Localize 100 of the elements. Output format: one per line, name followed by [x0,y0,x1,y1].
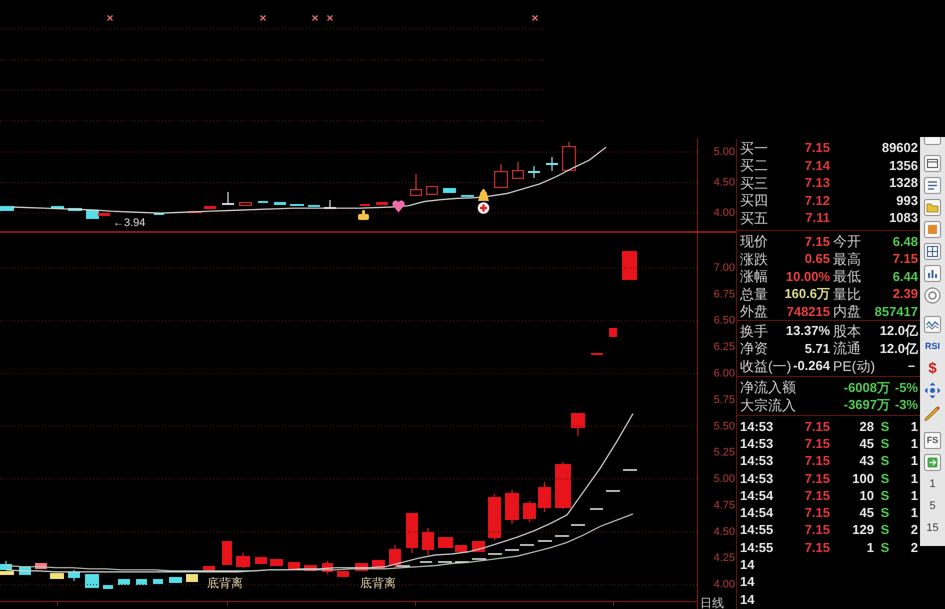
candlestick [546,157,558,171]
trade-count: 1 [910,436,918,450]
axis-label: 4.25 [714,552,735,564]
trade-time: 14:53 [740,420,774,433]
axis-label: 5.00 [714,473,735,486]
quote-value: 7.15 [804,234,830,248]
signal-label: 底背离 [207,576,243,590]
folder-icon[interactable] [924,198,941,216]
arrow-tile-icon[interactable] [924,454,941,470]
candlestick [288,562,300,569]
quote-label: 换手 [740,324,768,338]
trade-count: 1 [910,506,918,520]
quote-label: 股本 [833,324,861,338]
quote-value: 10.00% [786,270,830,283]
trade-side: S [880,420,890,433]
quote-value: 13.37% [786,324,830,338]
hand-icon [358,210,369,220]
candlestick [186,574,198,582]
dash-mark [623,469,637,471]
trade-volume: 10 [858,488,874,502]
trade-time: 14:54 [740,488,774,502]
volume-value: 993 [896,194,918,207]
candlestick [512,162,524,179]
candlestick [422,528,434,555]
dash-mark [438,561,452,563]
pencil-icon[interactable] [924,404,941,420]
volume-value: 1328 [889,176,918,190]
candlestick [239,202,252,206]
quote-value: 160.6万 [784,287,830,300]
trade-count: 1 [910,488,918,502]
candlestick [591,353,603,355]
candlestick [0,206,14,211]
candlestick [494,164,508,188]
quote-label: 今开 [833,234,861,248]
trade-volume: 45 [858,506,874,520]
quote-label: 最低 [833,269,861,284]
trade-price: 7.15 [804,523,830,536]
quote-value: － [905,359,918,372]
quote-label: 收益(一) [740,358,792,373]
move-icon[interactable] [924,382,941,398]
trade-volume: 28 [858,420,874,433]
candlestick [103,585,113,589]
trade-count: 2 [910,523,918,536]
trade-time: 14:53 [740,454,774,468]
signal-label: 底背离 [360,576,396,590]
trade-price: 7.15 [804,454,830,468]
candlestick [538,482,551,512]
trade-side: S [880,472,890,485]
trade-side: S [880,454,890,468]
candlestick [360,204,370,206]
trade-volume: 1 [866,540,874,554]
trade-side: S [880,506,890,520]
window-icon[interactable] [924,154,941,172]
trade-price: 7.15 [804,540,830,554]
candlestick [51,206,64,209]
trade-time: 14 [740,558,754,572]
trade-volume: 100 [851,472,874,485]
candlestick [188,211,202,213]
quote-label: 净资 [740,341,768,356]
list-icon[interactable] [924,176,941,194]
indicator-button[interactable]: FS [924,432,942,448]
ring-icon[interactable] [924,286,941,304]
quote-label: 买五 [740,210,768,225]
trade-side: S [880,488,890,502]
dash-mark [396,565,410,567]
trade-price: 7.15 [804,436,830,450]
axis-label: 5.50 [714,420,735,432]
candlestick [50,573,64,579]
axis-label: 6.00 [714,367,735,380]
price-value: 7.11 [805,211,830,224]
tile-icon[interactable] [924,220,941,238]
dash-mark [538,540,552,542]
indicator-button[interactable]: $ [928,360,937,376]
trade-time: 14 [740,592,754,606]
quote-label: 总量 [740,286,768,301]
wave-icon[interactable] [924,316,941,332]
trade-price: 7.15 [804,472,830,485]
quote-value: 12.0亿 [880,324,918,338]
quote-label: 净流入额 [740,380,797,394]
bar-chart-icon[interactable] [924,264,941,282]
trade-side: S [880,540,890,554]
candlestick [290,204,304,206]
grid-icon[interactable] [924,242,941,260]
candlestick [443,188,456,193]
volume-value: 1083 [889,211,918,224]
indicator-button[interactable]: RSI [924,342,940,350]
candlestick [609,328,617,337]
period-button[interactable]: 15 [926,522,939,534]
candlestick [488,494,501,540]
tile-icon[interactable] [924,137,941,145]
period-button[interactable]: 5 [929,500,936,512]
period-button[interactable]: 1 [929,478,936,490]
candlestick [324,200,336,209]
flow-percent: -5% [894,380,919,394]
trade-time: 14:54 [740,506,774,520]
candlestick [406,513,418,553]
quote-value: 7.15 [892,252,918,266]
axis-label: 5.25 [714,446,735,459]
quote-label: 买三 [740,176,768,190]
trade-count: 1 [910,472,918,485]
